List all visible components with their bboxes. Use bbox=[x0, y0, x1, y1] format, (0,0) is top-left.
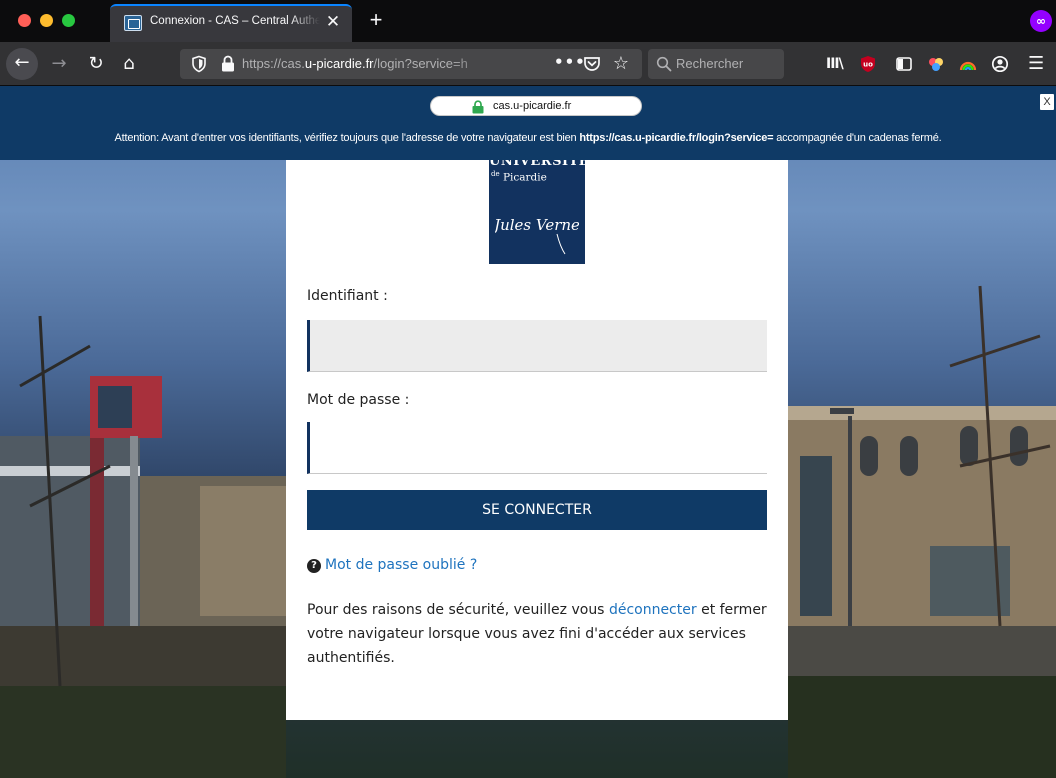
logo-sub-text: de Picardie bbox=[491, 170, 547, 184]
search-icon bbox=[656, 56, 672, 72]
account-icon[interactable] bbox=[990, 54, 1010, 74]
username-input[interactable] bbox=[307, 320, 767, 372]
forward-button[interactable]: → bbox=[44, 49, 74, 79]
tab-title: Connexion - CAS – Central Authentication… bbox=[150, 15, 320, 27]
bookmark-star-icon[interactable]: ☆ bbox=[610, 53, 632, 75]
rainbow-extension-icon[interactable] bbox=[958, 54, 978, 74]
pocket-icon[interactable] bbox=[582, 54, 602, 74]
search-placeholder: Rechercher bbox=[676, 56, 744, 71]
tab-close-icon[interactable]: ✕ bbox=[322, 11, 344, 33]
security-message-before: Pour des raisons de sécurité, veuillez v… bbox=[307, 602, 609, 618]
navigation-toolbar: ← → ↻ ⌂ https://cas.u-picardie.fr/login?… bbox=[0, 42, 1056, 86]
sidebar-toggle-icon[interactable] bbox=[894, 54, 914, 74]
warning-suffix: accompagnée d'un cadenas fermé. bbox=[773, 132, 942, 144]
private-mask-icon[interactable]: ∞ bbox=[1030, 10, 1052, 32]
color-extension-icon[interactable] bbox=[926, 54, 946, 74]
search-bar[interactable]: Rechercher bbox=[648, 49, 784, 79]
security-message: Pour des raisons de sécurité, veuillez v… bbox=[307, 598, 767, 670]
username-label: Identifiant : bbox=[307, 288, 388, 304]
url-text[interactable]: https://cas.u-picardie.fr/login?service=… bbox=[242, 56, 500, 71]
banner-domain-text: cas.u-picardie.fr bbox=[493, 100, 572, 112]
browser-tab-active[interactable]: Connexion - CAS – Central Authentication… bbox=[110, 4, 352, 42]
cas-favicon-icon bbox=[124, 15, 142, 31]
library-icon[interactable]: III\ bbox=[826, 54, 846, 74]
jules-verne-signature-icon: Jules Verne bbox=[495, 216, 579, 255]
logout-link[interactable]: déconnecter bbox=[609, 602, 697, 618]
forgot-password-link[interactable]: Mot de passe oublié ? bbox=[325, 557, 477, 573]
url-path: /login?service=h bbox=[373, 56, 468, 71]
url-domain: u-picardie.fr bbox=[304, 56, 374, 71]
ublock-origin-icon[interactable]: uo bbox=[858, 54, 878, 74]
login-button[interactable]: SE CONNECTER bbox=[307, 490, 767, 530]
logo-prefix: de bbox=[491, 170, 500, 178]
login-card: UNIVERSITÉ de Picardie Jules Verne Ident… bbox=[286, 160, 788, 720]
web-page: cas.u-picardie.fr Attention: Avant d'ent… bbox=[0, 86, 1056, 778]
hamburger-menu-icon[interactable]: ☰ bbox=[1028, 54, 1048, 74]
question-circle-icon: ? bbox=[307, 559, 321, 573]
domain-pill: cas.u-picardie.fr bbox=[430, 96, 642, 116]
warning-text: Attention: Avant d'entrer vos identifian… bbox=[0, 132, 1056, 144]
warning-url: https://cas.u-picardie.fr/login?service= bbox=[579, 132, 774, 144]
tab-strip: Connexion - CAS – Central Authentication… bbox=[0, 0, 1056, 42]
logo-top-text: UNIVERSITÉ bbox=[489, 160, 585, 169]
window-zoom-button[interactable] bbox=[62, 14, 75, 27]
tracking-shield-icon[interactable] bbox=[190, 55, 208, 73]
reload-button[interactable]: ↻ bbox=[81, 49, 111, 79]
window-minimize-button[interactable] bbox=[40, 14, 53, 27]
logo-signature: Jules Verne bbox=[495, 216, 579, 234]
url-bar[interactable]: https://cas.u-picardie.fr/login?service=… bbox=[180, 49, 642, 79]
home-button[interactable]: ⌂ bbox=[114, 49, 144, 79]
back-button[interactable]: ← bbox=[6, 48, 38, 80]
page-actions-more-icon[interactable]: ••• bbox=[554, 53, 585, 75]
university-logo: UNIVERSITÉ de Picardie Jules Verne bbox=[489, 160, 585, 264]
security-warning-banner: cas.u-picardie.fr Attention: Avant d'ent… bbox=[0, 86, 1056, 160]
svg-text:uo: uo bbox=[863, 61, 873, 69]
password-input[interactable] bbox=[307, 422, 767, 474]
password-label: Mot de passe : bbox=[307, 392, 410, 408]
window-close-button[interactable] bbox=[18, 14, 31, 27]
logo-sub: Picardie bbox=[502, 171, 547, 184]
warning-prefix: Attention: Avant d'entrer vos identifian… bbox=[114, 132, 580, 144]
new-tab-button[interactable]: + bbox=[362, 6, 390, 34]
green-lock-icon bbox=[472, 100, 484, 114]
padlock-icon[interactable] bbox=[220, 55, 236, 73]
url-scheme: https://cas. bbox=[242, 56, 305, 71]
banner-close-button[interactable]: X bbox=[1040, 94, 1054, 110]
